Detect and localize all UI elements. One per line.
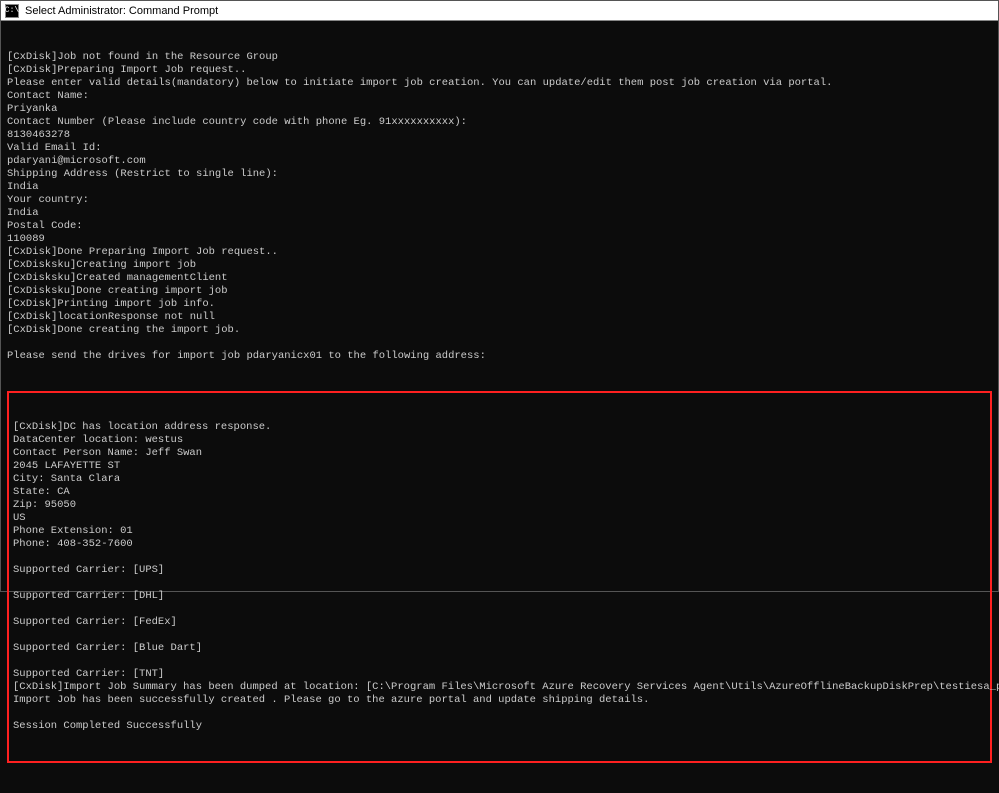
terminal-line: [CxDisk]Import Job Summary has been dump… — [13, 681, 986, 694]
terminal-line: India — [7, 207, 992, 220]
terminal-line: 110089 — [7, 233, 992, 246]
terminal-line: Valid Email Id: — [7, 142, 992, 155]
terminal-line: Supported Carrier: [Blue Dart] — [13, 642, 986, 655]
terminal-line: Supported Carrier: [FedEx] — [13, 616, 986, 629]
terminal-line: [CxDisksku]Created managementClient — [7, 272, 992, 285]
terminal-line: Postal Code: — [7, 220, 992, 233]
terminal-line: Zip: 95050 — [13, 499, 986, 512]
highlighted-output-box: [CxDisk]DC has location address response… — [7, 391, 992, 763]
terminal-line: [CxDisk]DC has location address response… — [13, 421, 986, 434]
terminal-line — [13, 707, 986, 720]
terminal-line: Please enter valid details(mandatory) be… — [7, 77, 992, 90]
terminal-line: Import Job has been successfully created… — [13, 694, 986, 707]
terminal-line — [13, 655, 986, 668]
terminal-line — [13, 603, 986, 616]
terminal-line: DataCenter location: westus — [13, 434, 986, 447]
terminal-line: [CxDisk]Done creating the import job. — [7, 324, 992, 337]
terminal-line: 8130463278 — [7, 129, 992, 142]
terminal-line: Your country: — [7, 194, 992, 207]
terminal-line: Shipping Address (Restrict to single lin… — [7, 168, 992, 181]
terminal-line: Contact Number (Please include country c… — [7, 116, 992, 129]
terminal-line: [CxDisk]locationResponse not null — [7, 311, 992, 324]
terminal-line: 2045 LAFAYETTE ST — [13, 460, 986, 473]
terminal-line: US — [13, 512, 986, 525]
terminal-line — [13, 551, 986, 564]
terminal-line: City: Santa Clara — [13, 473, 986, 486]
terminal-line: Supported Carrier: [UPS] — [13, 564, 986, 577]
terminal-line: Priyanka — [7, 103, 992, 116]
terminal-line: [CxDisk]Done Preparing Import Job reques… — [7, 246, 992, 259]
terminal-line: pdaryani@microsoft.com — [7, 155, 992, 168]
titlebar[interactable]: C:\ Select Administrator: Command Prompt — [1, 1, 998, 21]
terminal-line: State: CA — [13, 486, 986, 499]
cmd-icon: C:\ — [5, 4, 19, 18]
terminal-line: Supported Carrier: [TNT] — [13, 668, 986, 681]
command-prompt-window: C:\ Select Administrator: Command Prompt… — [0, 0, 999, 592]
terminal-line: India — [7, 181, 992, 194]
terminal-upper-block: [CxDisk]Job not found in the Resource Gr… — [7, 51, 992, 363]
terminal-line — [13, 577, 986, 590]
terminal-line: Session Completed Successfully — [13, 720, 986, 733]
terminal-line: Phone: 408-352-7600 — [13, 538, 986, 551]
terminal-line — [7, 337, 992, 350]
terminal-line: [CxDisksku]Done creating import job — [7, 285, 992, 298]
terminal-line — [13, 629, 986, 642]
terminal-line: Contact Name: — [7, 90, 992, 103]
terminal-output[interactable]: [CxDisk]Job not found in the Resource Gr… — [1, 21, 998, 793]
terminal-line: [CxDisksku]Creating import job — [7, 259, 992, 272]
terminal-line: Please send the drives for import job pd… — [7, 350, 992, 363]
terminal-boxed-block: [CxDisk]DC has location address response… — [13, 421, 986, 733]
window-title: Select Administrator: Command Prompt — [25, 5, 218, 17]
terminal-line: Contact Person Name: Jeff Swan — [13, 447, 986, 460]
terminal-line: [CxDisk]Job not found in the Resource Gr… — [7, 51, 992, 64]
terminal-line: Phone Extension: 01 — [13, 525, 986, 538]
terminal-line: [CxDisk]Printing import job info. — [7, 298, 992, 311]
terminal-line: [CxDisk]Preparing Import Job request.. — [7, 64, 992, 77]
